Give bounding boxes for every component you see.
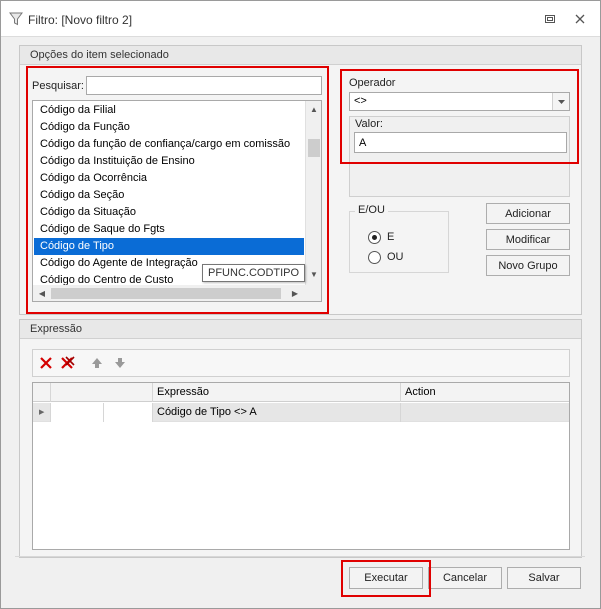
grid-header: Expressão Action [33, 383, 569, 402]
row-expression-cell: Código de Tipo <> A [153, 403, 401, 422]
list-item[interactable]: Código da Situação [34, 204, 304, 221]
expression-toolbar [32, 349, 570, 377]
grid-header-blank [51, 383, 153, 402]
search-input[interactable] [86, 76, 322, 95]
table-row[interactable]: ▶ Código de Tipo <> A [33, 403, 569, 422]
restore-icon[interactable] [542, 11, 558, 27]
list-vscroll-thumb[interactable] [308, 139, 320, 157]
list-item[interactable]: Código da Filial [34, 102, 304, 119]
chevron-down-icon [558, 100, 565, 104]
title-bar: Filtro: [Novo filtro 2] [1, 1, 600, 37]
move-down-icon[interactable] [111, 354, 129, 372]
delete-all-icon[interactable] [59, 354, 77, 372]
operator-label: Operador [349, 77, 396, 89]
list-item[interactable]: Código de Saque do Fgts [34, 221, 304, 238]
close-icon[interactable] [572, 11, 588, 27]
list-item[interactable]: Código da Seção [34, 187, 304, 204]
list-item[interactable]: Código de Tipo [34, 238, 304, 255]
list-item[interactable]: Código da Função [34, 119, 304, 136]
filter-icon [9, 12, 23, 26]
operator-value: <> [354, 95, 367, 107]
value-input[interactable] [354, 132, 567, 153]
grid-header-indicator [33, 383, 51, 402]
modify-button[interactable]: Modificar [486, 229, 570, 250]
radio-and-label: E [387, 231, 395, 243]
list-item[interactable]: Código da Ocorrência [34, 170, 304, 187]
row-blank-cell [51, 403, 104, 422]
grid-header-action[interactable]: Action [401, 383, 571, 402]
list-vertical-scrollbar[interactable]: ▲ ▼ [305, 101, 321, 285]
cancel-button[interactable]: Cancelar [428, 567, 502, 589]
move-up-icon[interactable] [88, 354, 106, 372]
list-item[interactable]: Código da função de confiança/cargo em c… [34, 136, 304, 153]
add-button[interactable]: Adicionar [486, 203, 570, 224]
expression-group-header: Expressão [20, 320, 581, 339]
save-button[interactable]: Salvar [507, 567, 581, 589]
row-action-cell [401, 403, 571, 422]
filter-dialog: Filtro: [Novo filtro 2] Opções do item s… [0, 0, 601, 609]
field-tooltip: PFUNC.CODTIPO [202, 264, 306, 282]
footer-separator [15, 556, 585, 557]
scroll-right-icon[interactable]: ▶ [289, 288, 301, 300]
list-hscroll-thumb[interactable] [51, 288, 281, 299]
list-item[interactable]: Código da Instituição de Ensino [34, 153, 304, 170]
new-group-button[interactable]: Novo Grupo [486, 255, 570, 276]
execute-button[interactable]: Executar [349, 567, 423, 589]
logic-fieldset [349, 211, 449, 273]
scroll-up-icon[interactable]: ▲ [308, 104, 320, 116]
search-label: Pesquisar: [32, 80, 84, 92]
scroll-left-icon[interactable]: ◀ [36, 288, 48, 300]
row-indicator: ▶ [33, 403, 51, 422]
window-title: Filtro: [Novo filtro 2] [28, 13, 133, 27]
radio-and[interactable] [368, 231, 381, 244]
row-blank-cell-2 [104, 403, 153, 422]
list-horizontal-scrollbar[interactable]: ◀ ▶ [33, 285, 321, 301]
delete-icon[interactable] [37, 354, 55, 372]
grid-header-expression[interactable]: Expressão [153, 383, 401, 402]
operator-select[interactable]: <> [349, 92, 570, 111]
scroll-down-icon[interactable]: ▼ [308, 269, 320, 281]
options-group-header: Opções do item selecionado [20, 46, 581, 65]
logic-legend: E/OU [355, 204, 388, 216]
radio-or[interactable] [368, 251, 381, 264]
value-label: Valor: [355, 118, 383, 130]
radio-or-label: OU [387, 251, 404, 263]
operator-dropdown-button[interactable] [552, 93, 569, 110]
expression-grid: Expressão Action ▶ Código de Tipo <> A [32, 382, 570, 550]
